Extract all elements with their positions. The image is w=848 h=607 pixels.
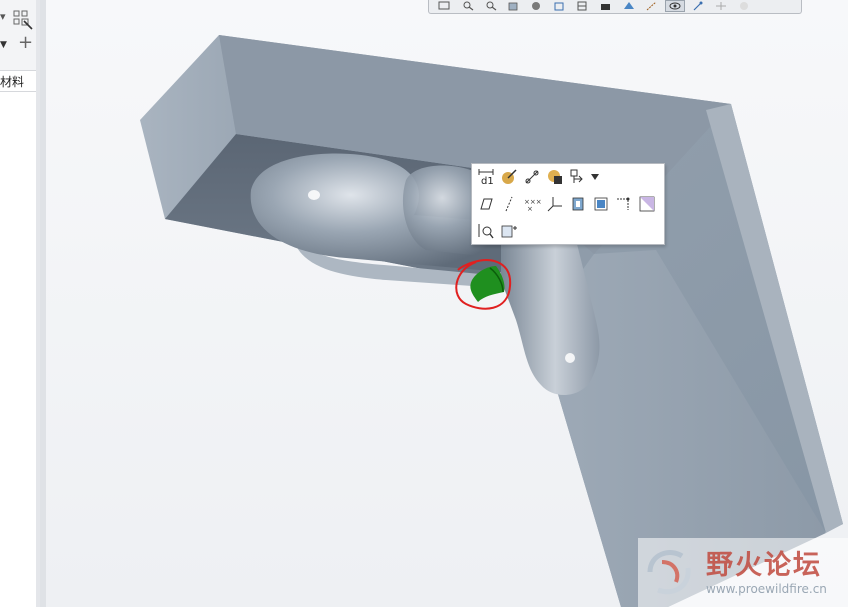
spin-center-icon[interactable] bbox=[688, 0, 708, 12]
3d-model-view[interactable] bbox=[46, 0, 848, 607]
specular-highlight bbox=[308, 190, 320, 200]
model-tree-toolbar: ▾ ▼ + bbox=[0, 0, 40, 70]
coordinate-system-icon[interactable] bbox=[543, 193, 566, 215]
select-filter-icon[interactable] bbox=[566, 166, 589, 188]
forum-watermark: 野火论坛 www.proewildfire.cn bbox=[638, 538, 848, 607]
display-style-icon[interactable] bbox=[527, 0, 547, 12]
view-manager-icon[interactable] bbox=[573, 0, 593, 12]
svg-text:d1: d1 bbox=[481, 176, 494, 186]
tree-item-label: 材料 bbox=[0, 75, 25, 89]
graphics-toolbar bbox=[428, 0, 802, 14]
mini-toolbar-dropdown-icon[interactable] bbox=[589, 166, 601, 188]
more-icon[interactable] bbox=[734, 0, 754, 12]
add-icon[interactable]: + bbox=[18, 34, 33, 52]
datum-display-icon[interactable] bbox=[642, 0, 662, 12]
zoom-out-icon[interactable] bbox=[481, 0, 501, 12]
specular-highlight-2 bbox=[565, 353, 575, 363]
appearance-icon[interactable] bbox=[543, 166, 566, 188]
watermark-url: www.proewildfire.cn bbox=[706, 582, 827, 596]
tree-menu-caret-icon[interactable]: ▾ bbox=[0, 10, 6, 23]
repaint-icon[interactable] bbox=[504, 0, 524, 12]
inspect-icon[interactable] bbox=[474, 220, 497, 242]
tree-item-material[interactable]: 材料 bbox=[0, 70, 40, 92]
round-chain-icon[interactable] bbox=[520, 166, 543, 188]
body-icon[interactable] bbox=[566, 193, 589, 215]
annotation-display-icon[interactable] bbox=[665, 0, 685, 12]
edit-dimensions-icon[interactable]: d1 bbox=[474, 166, 497, 188]
filter-caret-icon[interactable]: ▼ bbox=[0, 40, 7, 50]
analysis-icon[interactable] bbox=[635, 193, 658, 215]
watermark-title: 野火论坛 bbox=[706, 550, 822, 581]
mini-toolbar-row-1: d1 bbox=[474, 165, 601, 189]
mini-toolbar-row-3 bbox=[474, 219, 520, 243]
plane-icon[interactable] bbox=[474, 193, 497, 215]
display-filter-icon[interactable] bbox=[711, 0, 731, 12]
zoom-in-icon[interactable] bbox=[458, 0, 478, 12]
point-icon[interactable]: ××× × bbox=[520, 193, 543, 215]
tree-settings-icon[interactable] bbox=[12, 9, 34, 31]
saved-orientations-icon[interactable] bbox=[550, 0, 570, 12]
creo-window: ▾ ▼ + 材料 d1 ××× × 野火论坛 www.proewildfire.… bbox=[0, 0, 848, 607]
model-tree-panel: ▾ ▼ + 材料 bbox=[0, 0, 41, 607]
perspective-icon[interactable] bbox=[596, 0, 616, 12]
forum-logo-icon bbox=[647, 550, 691, 595]
section-icon[interactable] bbox=[619, 0, 639, 12]
new-view-icon[interactable] bbox=[497, 220, 520, 242]
svg-text:×: × bbox=[527, 205, 533, 213]
mini-toolbar-row-2: ××× × bbox=[474, 192, 658, 216]
axis-icon[interactable] bbox=[497, 193, 520, 215]
surface-icon[interactable] bbox=[589, 193, 612, 215]
graphics-window[interactable]: d1 ××× × bbox=[46, 0, 848, 607]
edit-appearance-icon[interactable] bbox=[497, 166, 520, 188]
sketch-icon[interactable] bbox=[612, 193, 635, 215]
mini-toolbar: d1 ××× × bbox=[471, 163, 665, 245]
refit-icon[interactable] bbox=[435, 0, 455, 12]
